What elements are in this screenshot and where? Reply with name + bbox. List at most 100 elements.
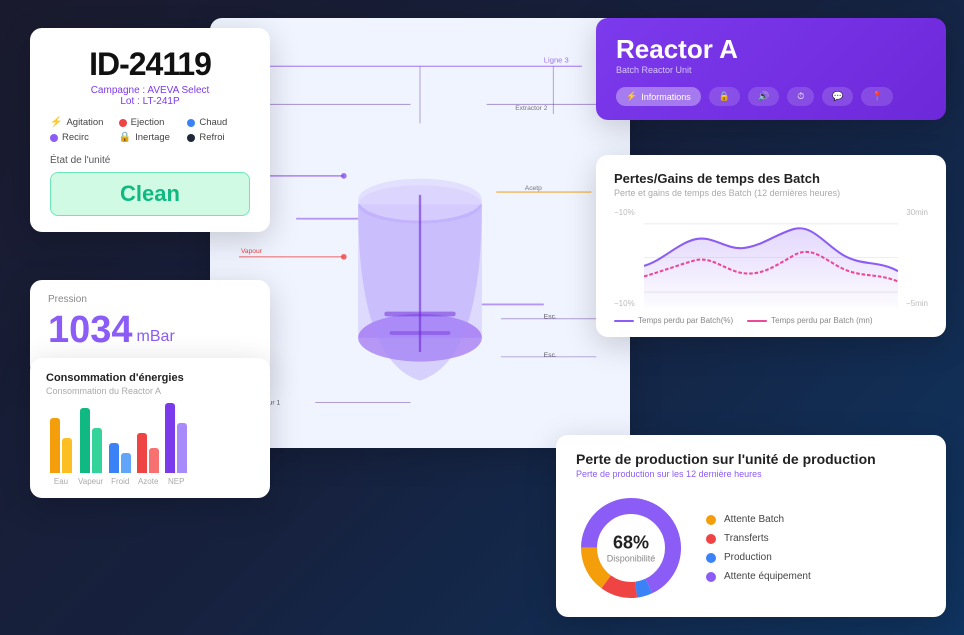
bar-group-eau: Eau [50, 403, 72, 486]
diagram-card: Ligne 1 Ligne 3 Reactor B Extractor 2 Va… [210, 18, 630, 448]
tab-location[interactable]: 📍 [861, 87, 892, 106]
tag-agitation: ⚡ Agitation [50, 117, 113, 128]
y-right-bot: −5min [906, 299, 928, 308]
energy-subtitle: Consommation du Reactor A [46, 386, 254, 396]
bar-label-nep: NEP [168, 477, 184, 486]
bar-azote-1 [137, 433, 147, 473]
dashboard: Ligne 1 Ligne 3 Reactor B Extractor 2 Va… [0, 0, 964, 635]
lock-icon: 🔒 [719, 91, 730, 102]
location-icon: 📍 [871, 91, 882, 102]
chart-subtitle: Perte et gains de temps des Batch (12 de… [614, 188, 928, 198]
reactor-title: Reactor A [616, 34, 926, 65]
bar-vapeur-2 [92, 428, 102, 473]
tag-label: Refroi [199, 132, 224, 143]
energy-title: Consommation d'énergies [46, 372, 254, 384]
tags-grid: ⚡ Agitation Ejection Chaud Recirc 🔒 Iner… [50, 117, 250, 143]
campaign-label: Campagne : AVEVA Select [50, 85, 250, 96]
production-title: Perte de production sur l'unité de produ… [576, 451, 926, 467]
legend-item-mn: Temps perdu par Batch (mn) [747, 316, 872, 325]
tag-inertage: 🔒 Inertage [119, 132, 182, 143]
chat-icon: 💬 [832, 91, 843, 102]
donut-percentage: 68% [607, 533, 656, 554]
svg-text:Esc.: Esc. [544, 352, 557, 359]
tag-chaud: Chaud [187, 117, 250, 128]
legend-item-pct: Temps perdu par Batch(%) [614, 316, 733, 325]
tab-timer[interactable]: ⏱ [787, 87, 814, 106]
legend-production: Production [706, 552, 811, 563]
svg-text:Extractor 2: Extractor 2 [515, 105, 547, 112]
bar-chart: Eau Vapeur Froid [46, 406, 254, 486]
chart-svg-wrapper [644, 208, 898, 308]
chart-title: Pertes/Gains de temps des Batch [614, 171, 928, 186]
y-right-top: 30min [906, 208, 928, 217]
tab-chat[interactable]: 💬 [822, 87, 853, 106]
label-attente-batch: Attente Batch [724, 514, 784, 525]
id-number: ID-24119 [50, 46, 250, 83]
bar-group-froid: Froid [109, 403, 131, 486]
info-icon: ⚡ [626, 91, 637, 102]
bar-group-vapeur: Vapeur [78, 403, 103, 486]
donut-center: 68% Disponibilité [607, 533, 656, 564]
tab-lock[interactable]: 🔒 [709, 87, 740, 106]
production-legend: Attente Batch Transferts Production Atte… [706, 514, 811, 582]
production-content: 68% Disponibilité Attente Batch Transfer… [576, 493, 926, 603]
y-label-bot: −10% [614, 299, 635, 308]
dot-production [706, 553, 716, 563]
pressure-number: 1034 [48, 309, 133, 352]
tag-label: Agitation [66, 117, 103, 128]
legend-line-purple [614, 320, 634, 322]
bar-froid-1 [109, 443, 119, 473]
legend-line-pink [747, 320, 767, 322]
bar-chart-container: Eau Vapeur Froid [46, 406, 254, 486]
legend-label-pct: Temps perdu par Batch(%) [638, 316, 733, 325]
tag-label: Chaud [199, 117, 227, 128]
bolt-icon: ⚡ [50, 117, 62, 128]
bar-label-vapeur: Vapeur [78, 477, 103, 486]
dot-icon [119, 119, 127, 127]
bar-col-vapeur [80, 403, 102, 473]
dot-icon [187, 119, 195, 127]
lot-label: Lot : LT-241P [50, 96, 250, 107]
clean-badge: Clean [50, 172, 250, 216]
tab-sound[interactable]: 🔊 [748, 87, 779, 106]
production-card: Perte de production sur l'unité de produ… [556, 435, 946, 617]
bar-froid-2 [121, 453, 131, 473]
bar-nep-2 [177, 423, 187, 473]
sound-icon: 🔊 [758, 91, 769, 102]
bar-eau-1 [50, 418, 60, 473]
reactor-card: Reactor A Batch Reactor Unit ⚡ Informati… [596, 18, 946, 120]
pressure-label: Pression [48, 294, 252, 305]
line-chart-svg [644, 208, 898, 308]
bar-label-azote: Azote [138, 477, 158, 486]
chart-y-right: 30min −5min [906, 208, 928, 308]
pressure-unit: mBar [137, 328, 175, 346]
bar-group-nep: NEP [165, 403, 187, 486]
reactor-tabs: ⚡ Informations 🔒 🔊 ⏱ 💬 📍 [616, 87, 926, 106]
donut-label: Disponibilité [607, 554, 656, 564]
tab-informations[interactable]: ⚡ Informations [616, 87, 701, 106]
tag-label: Recirc [62, 132, 89, 143]
bar-col-azote [137, 403, 159, 473]
tag-label: Ejection [131, 117, 165, 128]
label-transferts: Transferts [724, 533, 769, 544]
chart-y-left: −10% −10% [614, 208, 635, 308]
pressure-value: 1034 mBar [48, 309, 252, 352]
lock-icon: 🔒 [119, 132, 131, 143]
legend-attente-batch: Attente Batch [706, 514, 811, 525]
id-card: ID-24119 Campagne : AVEVA Select Lot : L… [30, 28, 270, 232]
timer-icon: ⏱ [797, 91, 804, 102]
bar-vapeur-1 [80, 408, 90, 473]
dot-transferts [706, 534, 716, 544]
svg-text:Ligne 3: Ligne 3 [544, 56, 569, 65]
etat-label: État de l'unité [50, 155, 250, 166]
chart-area: −10% −10% 30min −5min [614, 208, 928, 308]
bar-col-nep [165, 403, 187, 473]
label-production: Production [724, 552, 772, 563]
energy-card: Consommation d'énergies Consommation du … [30, 358, 270, 498]
tag-refroi: Refroi [187, 132, 250, 143]
dot-attente-batch [706, 515, 716, 525]
bar-nep-1 [165, 403, 175, 473]
dot-icon [187, 134, 195, 142]
bar-label-froid: Froid [111, 477, 129, 486]
reactor-subtitle: Batch Reactor Unit [616, 65, 926, 75]
